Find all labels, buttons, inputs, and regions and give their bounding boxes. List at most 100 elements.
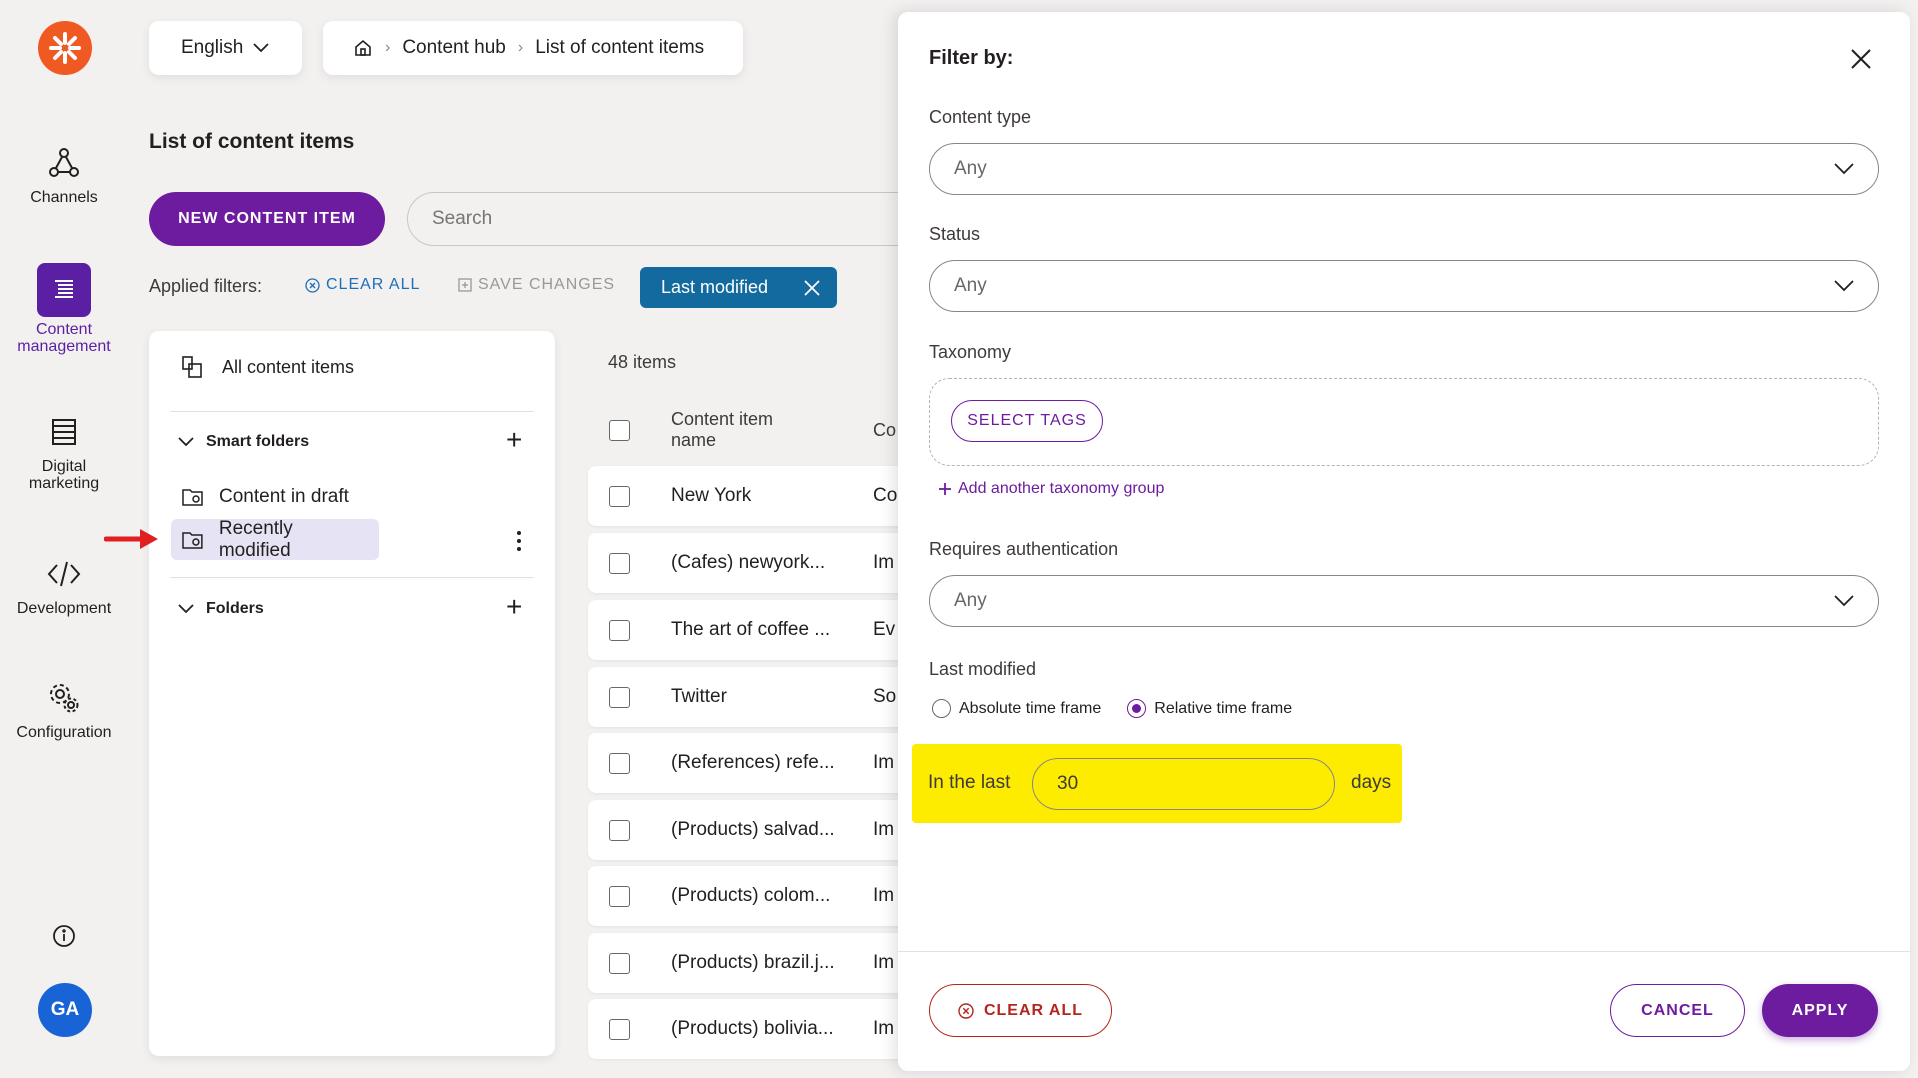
content-type-label: Content type xyxy=(929,107,1032,127)
close-icon[interactable] xyxy=(803,279,821,297)
footer-divider xyxy=(898,951,1910,952)
column-header-name[interactable]: Content item name xyxy=(671,409,801,451)
row-checkbox[interactable] xyxy=(609,819,630,841)
breadcrumb: › Content hub › List of content items xyxy=(323,21,743,75)
row-name: (Cafes) newyork... xyxy=(671,552,826,573)
search-input[interactable] xyxy=(407,192,927,246)
add-taxonomy-group-link[interactable]: Add another taxonomy group xyxy=(938,480,1164,498)
smart-folder-icon xyxy=(182,531,203,549)
smart-folder-content-in-draft[interactable]: Content in draft xyxy=(171,476,359,517)
language-selector[interactable]: English xyxy=(149,21,302,75)
filter-chip-last-modified[interactable]: Last modified xyxy=(640,267,837,308)
cancel-button[interactable]: CANCEL xyxy=(1610,984,1745,1037)
row-name: The art of coffee ... xyxy=(671,619,831,640)
home-icon[interactable] xyxy=(353,38,373,58)
nav-content-management[interactable]: Content management xyxy=(0,263,128,355)
folder-label: Content in draft xyxy=(219,485,349,507)
row-name: (Products) salvad... xyxy=(671,819,835,840)
table-row[interactable]: (References) refe... Im xyxy=(588,733,928,793)
row-name: Twitter xyxy=(671,686,727,707)
status-select[interactable]: Any xyxy=(929,260,1879,312)
select-value: Any xyxy=(954,158,987,179)
smart-folder-recently-modified[interactable]: Recently modified xyxy=(171,517,379,561)
new-content-item-button[interactable]: NEW CONTENT ITEM xyxy=(149,192,385,246)
chevron-down-icon xyxy=(1834,280,1854,292)
row-type: Im xyxy=(873,819,895,840)
content-management-icon xyxy=(37,263,91,317)
nav-configuration[interactable]: Configuration xyxy=(0,680,128,742)
store-icon xyxy=(46,414,82,450)
clear-all-filters-button[interactable]: CLEAR ALL xyxy=(305,276,420,294)
chevron-down-icon xyxy=(1834,595,1854,607)
row-checkbox[interactable] xyxy=(609,752,630,774)
all-content-items[interactable]: All content items xyxy=(180,355,354,379)
absolute-time-frame-radio[interactable]: Absolute time frame xyxy=(932,699,1101,718)
table-row[interactable]: (Cafes) newyork... Im xyxy=(588,533,928,593)
column-header-type[interactable]: Co xyxy=(873,420,896,441)
content-type-select[interactable]: Any xyxy=(929,143,1879,195)
row-checkbox[interactable] xyxy=(609,619,630,641)
save-changes-label: SAVE CHANGES xyxy=(478,276,616,293)
select-tags-button[interactable]: SELECT TAGS xyxy=(951,400,1103,442)
smart-folder-icon xyxy=(182,488,203,506)
row-name: New York xyxy=(671,485,752,506)
auth-select[interactable]: Any xyxy=(929,575,1879,627)
last-modified-label: Last modified xyxy=(929,659,1037,679)
table-row[interactable]: (Products) brazil.j... Im xyxy=(588,933,928,993)
folders-toggle[interactable]: Folders xyxy=(178,600,264,618)
row-name: (Products) colom... xyxy=(671,885,831,906)
app-logo[interactable] xyxy=(38,21,92,75)
time-frame-radio-group: Absolute time frame Relative time frame xyxy=(932,699,1292,718)
in-the-last-label: In the last xyxy=(928,772,1011,793)
row-name: (Products) bolivia... xyxy=(671,1018,834,1039)
table-row[interactable]: The art of coffee ... Ev xyxy=(588,600,928,660)
folder-label: Recently modified xyxy=(218,517,293,561)
table-row[interactable]: Twitter So xyxy=(588,667,928,727)
more-vertical-icon[interactable] xyxy=(516,530,522,552)
radio-label: Relative time frame xyxy=(1154,699,1293,717)
all-items-label: All content items xyxy=(222,356,355,377)
row-checkbox[interactable] xyxy=(609,885,630,907)
row-type: Ev xyxy=(873,619,896,640)
plus-icon xyxy=(939,483,951,495)
row-checkbox[interactable] xyxy=(609,1018,630,1040)
radio-label: Absolute time frame xyxy=(959,699,1102,717)
relative-time-frame-radio[interactable]: Relative time frame xyxy=(1127,699,1292,718)
folders-label: Folders xyxy=(206,600,264,617)
filter-chip-label: Last modified xyxy=(661,277,769,297)
table-row[interactable]: New York Co xyxy=(588,466,928,526)
row-checkbox[interactable] xyxy=(609,552,630,574)
clear-all-label: CLEAR ALL xyxy=(983,1001,1084,1019)
apply-button[interactable]: APPLY xyxy=(1762,984,1878,1037)
nav-digital-marketing[interactable]: Digital marketing xyxy=(0,414,128,492)
row-checkbox[interactable] xyxy=(609,952,630,974)
select-all-checkbox[interactable] xyxy=(609,419,630,441)
nav-label: Content management xyxy=(17,321,111,355)
avatar[interactable]: GA xyxy=(38,983,92,1037)
info-icon[interactable] xyxy=(52,924,76,948)
add-smart-folder-icon[interactable]: + xyxy=(506,424,522,456)
close-icon[interactable] xyxy=(1848,46,1874,72)
row-type: Im xyxy=(873,1018,895,1039)
save-changes-button[interactable]: SAVE CHANGES xyxy=(458,276,615,294)
smart-folders-toggle[interactable]: Smart folders xyxy=(178,433,309,451)
breadcrumb-separator: › xyxy=(517,39,524,56)
table-row[interactable]: (Products) salvad... Im xyxy=(588,800,928,860)
nav-channels[interactable]: Channels xyxy=(0,145,128,207)
language-value: English xyxy=(181,37,244,58)
nav-development[interactable]: Development xyxy=(0,556,128,618)
filter-panel-title: Filter by: xyxy=(929,47,1014,69)
taxonomy-label: Taxonomy xyxy=(929,342,1012,362)
breadcrumb-item[interactable]: Content hub xyxy=(402,37,506,59)
row-checkbox[interactable] xyxy=(609,485,630,507)
add-folder-icon[interactable]: + xyxy=(506,591,522,623)
days-input[interactable] xyxy=(1032,758,1335,810)
asterisk-logo-icon xyxy=(49,32,81,64)
table-row[interactable]: (Products) bolivia... Im xyxy=(588,999,928,1059)
chevron-down-icon xyxy=(178,604,194,614)
item-count: 48 items xyxy=(608,352,677,372)
table-row[interactable]: (Products) colom... Im xyxy=(588,866,928,926)
clear-all-button[interactable]: CLEAR ALL xyxy=(929,984,1112,1037)
list-header: Content item name Co xyxy=(588,400,928,460)
row-checkbox[interactable] xyxy=(609,686,630,708)
